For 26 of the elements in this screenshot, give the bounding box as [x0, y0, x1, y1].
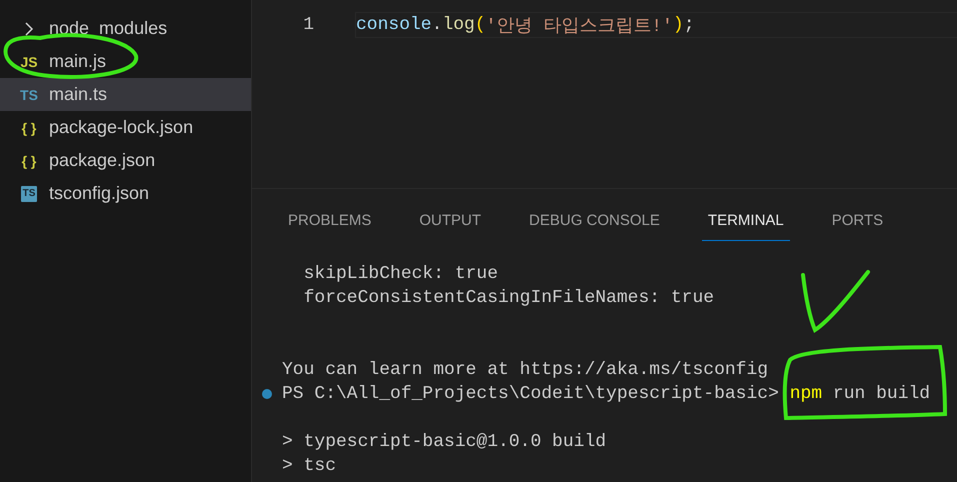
file-tree-item[interactable]: { } package-lock.json: [0, 111, 251, 144]
terminal-prompt: PS C:\All_of_Projects\Codeit\typescript-basic>: [282, 384, 779, 404]
file-tree-item[interactable]: TS main.ts: [0, 78, 251, 111]
file-tree-item[interactable]: node_modules: [0, 12, 251, 45]
ts-file-icon: TS: [18, 86, 40, 102]
js-file-icon: JS: [18, 54, 40, 70]
panel-tab[interactable]: OUTPUT: [413, 209, 488, 241]
ts-file-icon: TS: [21, 186, 37, 202]
line-number: 1: [302, 15, 314, 35]
json-file-icon: { }: [18, 120, 40, 136]
terminal-command: npm: [790, 384, 822, 404]
code-line: console.log('안녕 타입스크립트!');: [355, 12, 957, 38]
terminal-output-line: skipLibCheck: true: [302, 264, 498, 284]
terminal-output-line: You can learn more at https://aka.ms/tsconfig: [282, 360, 768, 380]
panel-tab[interactable]: TERMINAL: [702, 209, 790, 241]
file-tree-item[interactable]: TS tsconfig.json: [0, 177, 251, 210]
panel-tab[interactable]: DEBUG CONSOLE: [523, 209, 666, 241]
terminal-output-line: forceConsistentCasingInFileNames: true: [302, 288, 714, 308]
file-tree-item[interactable]: JS main.js: [0, 45, 251, 78]
json-file-icon: { }: [18, 152, 40, 168]
file-tree-item[interactable]: { } package.json: [0, 144, 251, 177]
terminal-output-line: > typescript-basic@1.0.0 build: [282, 432, 606, 452]
command-arguments: run build: [832, 384, 930, 404]
panel-tab[interactable]: PROBLEMS: [282, 209, 378, 241]
panel-tab[interactable]: PORTS: [826, 209, 890, 241]
terminal-output-line: > tsc: [282, 456, 336, 476]
